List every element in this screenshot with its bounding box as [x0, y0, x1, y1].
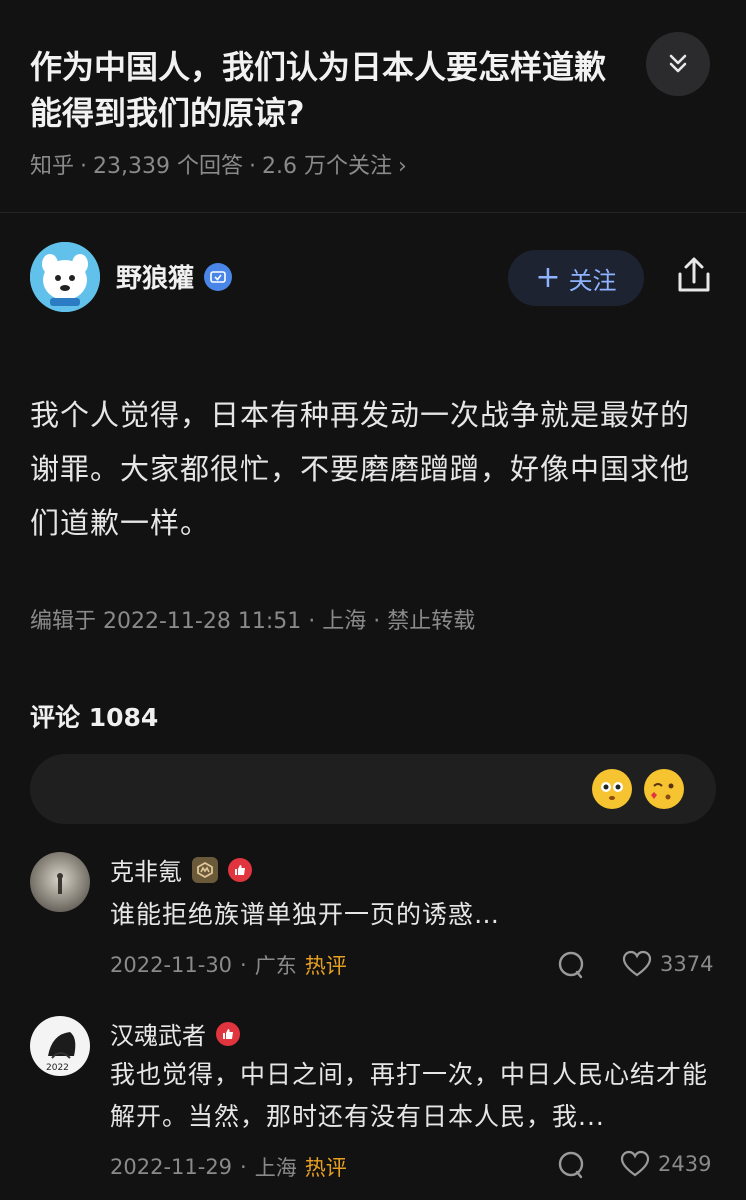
share-button[interactable]	[672, 254, 716, 298]
follow-button[interactable]: + 关注	[508, 250, 644, 306]
author-name[interactable]: 野狼獾	[116, 258, 194, 295]
comment-location: 上海	[254, 1156, 297, 1180]
separator: ·	[249, 154, 256, 179]
heart-icon	[622, 950, 652, 977]
collapse-button[interactable]	[646, 32, 710, 96]
commenter-name-row[interactable]: 克非氪	[110, 852, 252, 887]
heart-icon	[620, 1150, 650, 1177]
comment-meta: 2022-11-29 · 上海 热评	[110, 1152, 347, 1182]
svg-text:2022: 2022	[46, 1063, 69, 1073]
commenter-avatar[interactable]	[30, 852, 90, 912]
comment-text: 谁能拒绝族谱单独开一页的诱惑…	[110, 900, 501, 929]
thumbs-up-badge-icon	[216, 1021, 240, 1046]
question-title[interactable]: 作为中国人，我们认为日本人要怎样道歉 能得到我们的原谅?	[30, 44, 670, 140]
separator: ·	[240, 1155, 247, 1179]
edit-meta: 编辑于 2022-11-28 11:51 · 上海 · 禁止转载	[30, 609, 476, 634]
reply-button[interactable]	[556, 1150, 586, 1180]
answers-count: 23,339 个回答	[93, 154, 243, 179]
separator: ·	[80, 154, 88, 179]
author-avatar[interactable]	[30, 242, 100, 312]
followers-count: 2.6 万个关注	[262, 154, 392, 179]
hot-comment-badge: 热评	[304, 1156, 347, 1180]
chevron-double-down-icon	[669, 54, 687, 73]
verified-badge-icon	[204, 262, 233, 291]
avatar-image	[30, 242, 100, 312]
comment-location: 广东	[254, 954, 297, 978]
author-name-row[interactable]: 野狼獾	[116, 258, 233, 295]
comment-bubble-icon	[558, 951, 584, 979]
separator: ·	[240, 953, 247, 977]
comment-meta: 2022-11-30 · 广东 热评	[110, 950, 347, 980]
comment-input[interactable]	[30, 754, 716, 824]
commenter-name[interactable]: 汉魂武者	[110, 1016, 206, 1051]
commenter-avatar[interactable]: 2022	[30, 1016, 90, 1076]
chevron-right-icon: ›	[397, 154, 407, 179]
like-button[interactable]: 2439	[620, 1150, 711, 1178]
like-count: 2439	[658, 1152, 712, 1176]
comments-title: 评论 1084	[30, 703, 159, 732]
kiss-emoji-icon[interactable]	[644, 769, 684, 809]
reply-button[interactable]	[556, 950, 586, 980]
level-badge-icon	[192, 856, 218, 883]
follow-label: 关注	[568, 266, 617, 295]
comment-bubble-icon	[558, 1151, 584, 1179]
comment-text: 我也觉得，中日之间，再打一次，中日人民心结才能解开。当然，那时还有没有日本人民，…	[110, 1060, 709, 1131]
question-meta[interactable]: 知乎 · 23,339 个回答 · 2.6 万个关注 ›	[30, 152, 407, 182]
emoji-icon[interactable]	[592, 769, 632, 809]
commenter-name[interactable]: 克非氪	[110, 852, 182, 887]
comment-date: 2022-11-29	[110, 1155, 233, 1179]
like-count: 3374	[660, 952, 714, 976]
answer-body: 我个人觉得，日本有种再发动一次战争就是最好的谢罪。大家都很忙，不要磨磨蹭蹭，好像…	[30, 398, 691, 540]
divider	[0, 212, 746, 213]
share-icon	[678, 257, 710, 292]
source-label: 知乎	[30, 154, 75, 179]
hot-comment-badge: 热评	[304, 954, 347, 978]
like-button[interactable]: 3374	[622, 950, 713, 978]
commenter-name-row[interactable]: 汉魂武者	[110, 1016, 240, 1051]
comment-date: 2022-11-30	[110, 953, 233, 977]
thumbs-up-badge-icon	[228, 857, 252, 882]
plus-icon: +	[535, 260, 561, 295]
